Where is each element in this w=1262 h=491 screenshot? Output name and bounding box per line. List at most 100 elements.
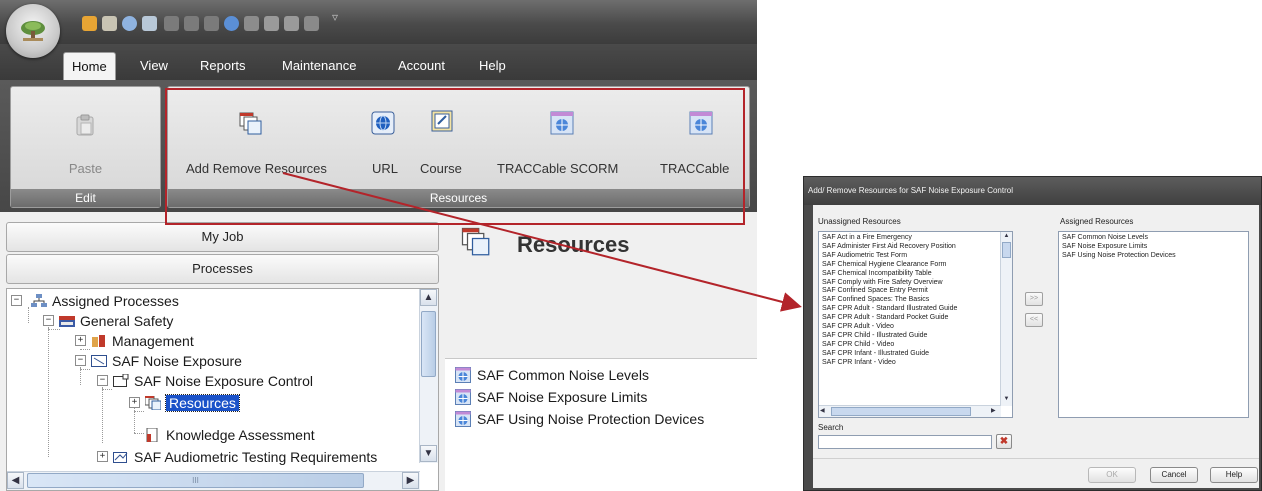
scroll-left-button[interactable]: ◀ [820, 407, 828, 416]
clear-search-button[interactable]: ✖ [996, 434, 1012, 449]
expand-toggle[interactable]: + [75, 335, 86, 346]
expand-toggle[interactable]: + [97, 451, 108, 462]
delete-icon[interactable] [304, 16, 319, 31]
list-item[interactable]: SAF Confined Spaces: The Basics [819, 296, 999, 305]
tree-node-label: Resources [165, 394, 240, 412]
move-left-button[interactable]: << [1025, 313, 1043, 327]
list-item[interactable]: SAF CPR Child - Video [819, 341, 999, 350]
tree-node-label: SAF Noise Exposure Control [134, 373, 313, 389]
tree-horizontal-scrollbar[interactable]: ◀ III ▶ [7, 471, 420, 490]
tree-node-knowledge-assessment[interactable]: Knowledge Assessment [145, 425, 315, 445]
list-item[interactable]: SAF Administer First Aid Recovery Positi… [819, 243, 999, 252]
unassigned-label: Unassigned Resources [818, 217, 901, 226]
tab-account[interactable]: Account [390, 52, 453, 80]
tab-help[interactable]: Help [471, 52, 514, 80]
tree-node-general-safety[interactable]: General Safety [59, 311, 173, 331]
tree-node-saf-noise-exposure-control[interactable]: SAF Noise Exposure Control [113, 371, 313, 391]
application-menu-button[interactable] [6, 4, 60, 58]
scroll-up-button[interactable]: ▲ [420, 289, 437, 306]
paste-button[interactable]: Paste [11, 161, 160, 176]
list-item[interactable]: SAF Confined Space Entry Permit [819, 287, 999, 296]
collapse-toggle[interactable]: − [11, 295, 22, 306]
scroll-up-button[interactable]: ▲ [1002, 233, 1011, 241]
resource-list: SAF Common Noise Levels SAF Noise Exposu… [445, 359, 757, 491]
tree-node-saf-noise-exposure[interactable]: SAF Noise Exposure [91, 351, 242, 371]
search-input[interactable] [818, 435, 992, 449]
undo-dropdown-icon[interactable] [184, 16, 199, 31]
undo-icon[interactable] [164, 16, 179, 31]
list-item[interactable]: SAF Audiometric Test Form [819, 252, 999, 261]
tree-node-label: SAF Noise Exposure [112, 353, 242, 369]
scroll-down-button[interactable]: ▼ [420, 445, 437, 462]
scroll-down-button[interactable]: ▼ [1002, 396, 1011, 404]
tree-node-resources[interactable]: Resources [145, 393, 240, 413]
scroll-thumb[interactable] [831, 407, 971, 416]
list-item[interactable]: SAF CPR Adult - Standard Pocket Guide [819, 314, 999, 323]
list-item[interactable]: SAF CPR Child - Illustrated Guide [819, 332, 999, 341]
copy-icon[interactable] [264, 16, 279, 31]
help-icon[interactable] [224, 16, 239, 31]
my-job-panel-header[interactable]: My Job [6, 222, 439, 252]
add-icon[interactable] [244, 16, 259, 31]
list-item[interactable]: SAF CPR Infant - Illustrated Guide [819, 350, 999, 359]
list-item[interactable]: SAF Chemical Hygiene Clearance Form [819, 261, 999, 270]
tree-node-assigned-processes[interactable]: Assigned Processes [31, 291, 179, 311]
stacked-pages-icon [461, 227, 490, 256]
tab-maintenance[interactable]: Maintenance [274, 52, 364, 80]
list-item[interactable]: SAF CPR Adult - Video [819, 323, 999, 332]
scroll-right-button[interactable]: ▶ [402, 472, 419, 489]
grid-icon[interactable] [142, 16, 157, 31]
list-item[interactable]: SAF Using Noise Protection Devices [1059, 252, 1244, 261]
tab-view[interactable]: View [132, 52, 176, 80]
content-header: Resources [445, 212, 757, 359]
scroll-thumb[interactable]: III [27, 473, 364, 488]
search-label: Search [818, 423, 844, 432]
paste-icon[interactable] [284, 16, 299, 31]
traccable-icon [455, 389, 471, 405]
tab-reports[interactable]: Reports [192, 52, 254, 80]
dialog-body: Unassigned Resources SAF Act in a Fire E… [813, 205, 1259, 488]
application-window: ▿ Home View Reports Maintenance Account … [0, 0, 757, 491]
customize-toolbar-icon[interactable]: ▿ [332, 10, 338, 24]
cancel-button[interactable]: Cancel [1150, 467, 1198, 483]
list-item[interactable]: SAF CPR Adult - Standard Illustrated Gui… [819, 305, 999, 314]
assigned-listbox[interactable]: SAF Common Noise Levels SAF Noise Exposu… [1058, 231, 1249, 418]
tab-home[interactable]: Home [63, 52, 116, 81]
list-item[interactable]: SAF Noise Exposure Limits [455, 387, 647, 407]
list-item[interactable]: SAF Noise Exposure Limits [1059, 243, 1244, 252]
tree-vertical-scrollbar[interactable]: ▲ ▼ [419, 289, 438, 463]
process-icon [91, 355, 107, 367]
scroll-thumb[interactable] [421, 311, 436, 377]
list-item[interactable]: SAF Chemical Incompatibility Table [819, 270, 999, 279]
list-item[interactable]: SAF CPR Infant - Video [819, 359, 999, 368]
tree-node-management[interactable]: Management [91, 331, 194, 351]
list-item[interactable]: SAF Using Noise Protection Devices [455, 409, 704, 429]
list-item[interactable]: SAF Comply with Fire Safety Overview [819, 279, 999, 288]
tree-node-saf-audiometric-testing[interactable]: SAF Audiometric Testing Requirements [113, 447, 377, 467]
list-item[interactable]: SAF Act in a Fire Emergency [819, 234, 999, 243]
unassigned-listbox[interactable]: SAF Act in a Fire Emergency SAF Administ… [818, 231, 1013, 418]
collapse-toggle[interactable]: − [97, 375, 108, 386]
redo-icon[interactable] [204, 16, 219, 31]
assigned-items: SAF Common Noise Levels SAF Noise Exposu… [1059, 234, 1244, 261]
annotation-highlight-box [165, 88, 745, 225]
globe-icon[interactable] [122, 16, 137, 31]
list-item[interactable]: SAF Common Noise Levels [1059, 234, 1244, 243]
list-item[interactable]: SAF Common Noise Levels [455, 365, 649, 385]
scroll-thumb[interactable] [1002, 242, 1011, 258]
collapse-toggle[interactable]: − [75, 355, 86, 366]
list-item-label: SAF Using Noise Protection Devices [477, 411, 705, 427]
processes-panel-header[interactable]: Processes [6, 254, 439, 284]
listbox-vertical-scrollbar[interactable]: ▲ ▼ [1000, 232, 1012, 406]
tree-logo-icon [21, 21, 45, 41]
scroll-right-button[interactable]: ▶ [991, 407, 999, 416]
tool-icon[interactable] [102, 16, 117, 31]
scroll-left-button[interactable]: ◀ [7, 472, 24, 489]
move-right-button[interactable]: >> [1025, 292, 1043, 306]
help-button[interactable]: Help [1210, 467, 1258, 483]
listbox-horizontal-scrollbar[interactable]: ◀ ▶ [819, 405, 1001, 417]
save-icon[interactable] [82, 16, 97, 31]
ok-button[interactable]: OK [1088, 467, 1136, 483]
expand-toggle[interactable]: + [129, 397, 140, 408]
collapse-toggle[interactable]: − [43, 315, 54, 326]
